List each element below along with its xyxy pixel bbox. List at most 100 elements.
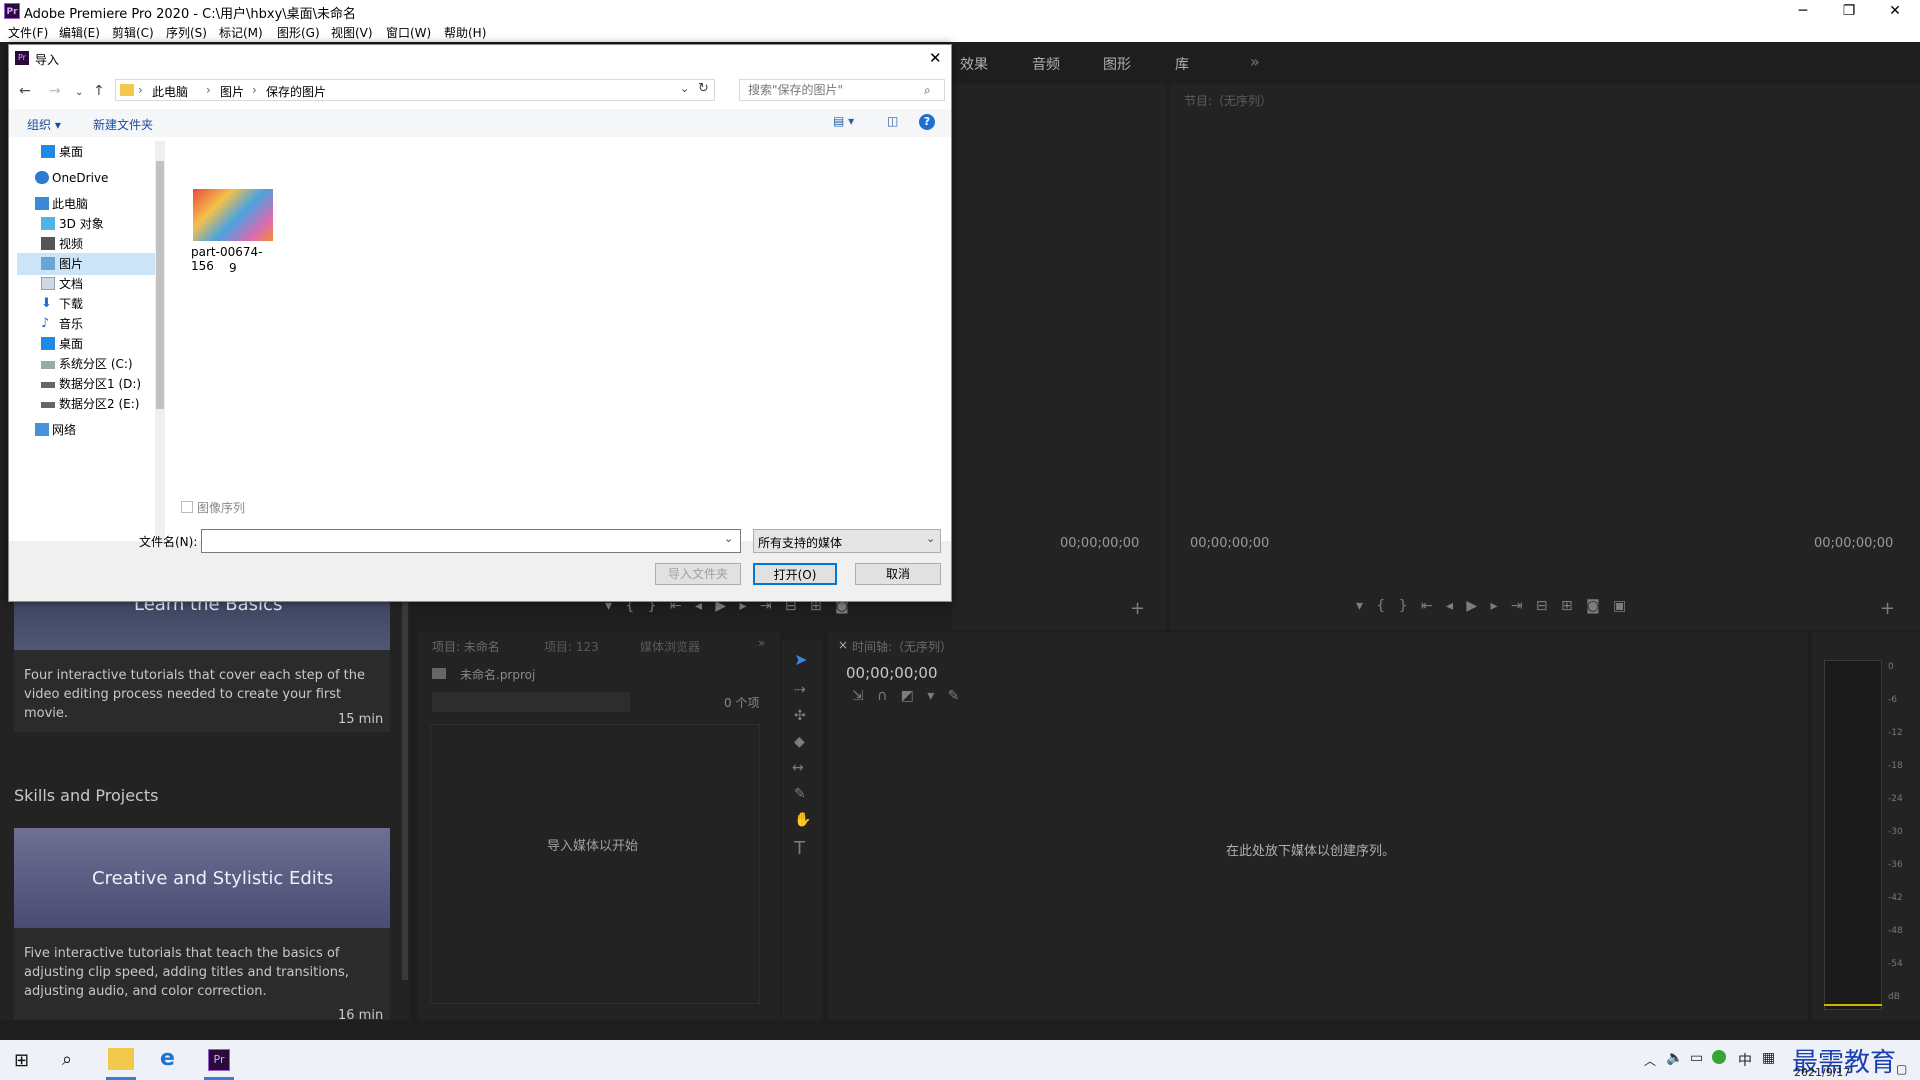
recent-locations-icon[interactable]: ⌄ <box>75 87 83 98</box>
new-folder-button[interactable]: 新建文件夹 <box>93 116 153 133</box>
forward-icon[interactable]: → <box>49 83 61 99</box>
search-icon[interactable]: ⌕ <box>62 1049 72 1070</box>
tab-project-untitled[interactable]: 项目: 未命名 <box>432 638 500 655</box>
import-folder-button[interactable]: 导入文件夹 <box>655 563 741 585</box>
nav-drive-c[interactable]: 系统分区 (C:) <box>17 353 155 375</box>
learn-scrollbar[interactable] <box>402 600 408 980</box>
menu-view[interactable]: 视图(V) <box>331 24 373 41</box>
slip-tool-icon[interactable]: ↔ <box>792 760 804 776</box>
workspace-audio[interactable]: 音频 <box>1032 54 1060 74</box>
refresh-icon[interactable]: ↻ <box>698 81 709 96</box>
nav-drive-d[interactable]: 数据分区1 (D:) <box>17 373 155 395</box>
timeline-close-icon[interactable]: × <box>838 638 848 652</box>
workspace-effects[interactable]: 效果 <box>960 54 988 74</box>
organize-button[interactable]: 组织 ▾ <box>27 116 61 133</box>
menu-sequence[interactable]: 序列(S) <box>166 24 207 41</box>
selection-tool-icon[interactable]: ➤ <box>794 650 807 669</box>
edge-icon[interactable]: e <box>160 1046 175 1071</box>
file-item[interactable]: part-00674-156 9 <box>187 189 279 281</box>
menu-graphics[interactable]: 图形(G) <box>277 24 320 41</box>
dialog-close-icon[interactable]: ✕ <box>929 49 942 67</box>
menu-edit[interactable]: 编辑(E) <box>59 24 100 41</box>
filename-dropdown-icon[interactable]: ⌄ <box>724 532 733 545</box>
restore-button[interactable]: ❐ <box>1826 0 1872 22</box>
nav-3d-objects[interactable]: 3D 对象 <box>17 213 155 235</box>
breadcrumb-this-pc[interactable]: 此电脑 <box>152 83 188 100</box>
source-add-button-icon[interactable]: + <box>1130 598 1145 619</box>
up-icon[interactable]: ↑ <box>93 83 105 99</box>
type-tool-icon[interactable]: T <box>794 838 805 859</box>
nav-onedrive[interactable]: OneDrive <box>17 167 155 189</box>
learn-card2-image[interactable]: Creative and Stylistic Edits <box>14 828 390 928</box>
ime-indicator[interactable]: 中 <box>1738 1050 1752 1070</box>
nav-pictures[interactable]: 图片 <box>17 253 155 275</box>
premiere-taskbar-icon[interactable]: Pr <box>208 1049 230 1071</box>
address-dropdown-icon[interactable]: ⌄ <box>680 82 689 95</box>
nav-network[interactable]: 网络 <box>17 419 155 441</box>
nav-drive-e[interactable]: 数据分区2 (E:) <box>17 393 155 415</box>
project-more-icon[interactable]: » <box>758 636 765 650</box>
timeline-toolbar[interactable]: ⇲ ∩ ◩ ▾ ✎ <box>852 688 1092 704</box>
notification-icon[interactable]: ▢ <box>1896 1062 1907 1076</box>
search-input[interactable]: 搜索"保存的图片" ⌕ <box>739 79 945 101</box>
view-options-icon[interactable]: ▤ ▾ <box>833 114 854 128</box>
nav-label: 数据分区1 (D:) <box>59 377 142 391</box>
ripple-edit-tool-icon[interactable]: ✣ <box>794 708 806 724</box>
filename-input[interactable]: ⌄ <box>201 529 741 553</box>
nav-scrollbar-thumb[interactable] <box>156 161 164 409</box>
file-type-dropdown-icon[interactable]: ⌄ <box>926 532 935 545</box>
menu-clip[interactable]: 剪辑(C) <box>112 24 154 41</box>
help-icon[interactable]: ? <box>919 114 935 130</box>
tab-project-123[interactable]: 项目: 123 <box>544 638 599 655</box>
nav-desktop[interactable]: 桌面 <box>17 333 155 355</box>
open-button[interactable]: 打开(O) <box>753 563 837 585</box>
track-select-tool-icon[interactable]: ⇢ <box>794 682 806 698</box>
close-window-button[interactable]: ✕ <box>1872 0 1918 22</box>
search-icon[interactable]: ⌕ <box>924 80 931 100</box>
workspace-libraries[interactable]: 库 <box>1175 54 1189 74</box>
program-add-button-icon[interactable]: + <box>1880 598 1895 619</box>
breadcrumb-saved-pictures[interactable]: 保存的图片 <box>266 83 326 100</box>
menu-help[interactable]: 帮助(H) <box>444 24 486 41</box>
security-icon[interactable] <box>1712 1050 1726 1064</box>
file-type-select[interactable]: 所有支持的媒体 ⌄ <box>753 529 941 553</box>
menu-marker[interactable]: 标记(M) <box>219 24 263 41</box>
menu-file[interactable]: 文件(F) <box>8 24 48 41</box>
keyboard-icon[interactable]: ▦ <box>1762 1050 1775 1066</box>
minimize-button[interactable]: ─ <box>1780 0 1826 22</box>
address-bar[interactable]: › 此电脑 › 图片 › 保存的图片 ⌄ ↻ <box>115 79 715 101</box>
project-search-input[interactable] <box>432 692 630 712</box>
file-explorer-icon[interactable] <box>108 1048 134 1070</box>
program-transport-controls[interactable]: ▾ { } ⇤ ◂ ▶ ▸ ⇥ ⊟ ⊞ ◙ ▣ <box>1356 598 1856 614</box>
workspace-more-icon[interactable]: » <box>1250 52 1260 71</box>
cancel-button[interactable]: 取消 <box>855 563 941 585</box>
nav-downloads[interactable]: ⬇ 下载 <box>17 293 155 315</box>
learn-card1-image[interactable]: Learn the Basics <box>14 594 390 650</box>
preview-pane-icon[interactable]: ◫ <box>887 114 898 128</box>
timeline-timecode[interactable]: 00;00;00;00 <box>846 664 938 682</box>
menu-window[interactable]: 窗口(W) <box>386 24 431 41</box>
breadcrumb-pictures[interactable]: 图片 <box>220 83 244 100</box>
tab-timeline[interactable]: 时间轴:（无序列） <box>852 638 952 655</box>
nav-desktop-top[interactable]: 桌面 <box>17 141 155 163</box>
nav-this-pc[interactable]: 此电脑 <box>17 193 155 215</box>
back-icon[interactable]: ← <box>19 83 31 99</box>
meter-level <box>1824 1004 1882 1006</box>
tab-media-browser[interactable]: 媒体浏览器 <box>640 638 700 655</box>
nav-music[interactable]: ♪ 音乐 <box>17 313 155 335</box>
image-sequence-checkbox[interactable] <box>181 501 193 513</box>
pen-tool-icon[interactable]: ✎ <box>794 786 806 802</box>
nav-videos[interactable]: 视频 <box>17 233 155 255</box>
workspace-graphics[interactable]: 图形 <box>1103 54 1131 74</box>
nav-documents[interactable]: 文档 <box>17 273 155 295</box>
nav-scrollbar[interactable] <box>155 141 165 541</box>
hand-tool-icon[interactable]: ✋ <box>794 812 811 828</box>
windows-start-icon[interactable]: ⊞ <box>14 1050 29 1071</box>
learn-card2-body[interactable]: Five interactive tutorials that teach th… <box>14 928 390 1023</box>
razor-tool-icon[interactable]: ◆ <box>794 734 805 750</box>
learn-card1-body[interactable]: Four interactive tutorials that cover ea… <box>14 650 390 732</box>
tray-chevron-icon[interactable]: ︿ <box>1644 1052 1656 1069</box>
project-drop-area[interactable]: 导入媒体以开始 <box>430 724 760 1004</box>
network-tray-icon[interactable]: ▭ <box>1690 1050 1703 1066</box>
volume-icon[interactable]: 🔈 <box>1666 1050 1683 1066</box>
